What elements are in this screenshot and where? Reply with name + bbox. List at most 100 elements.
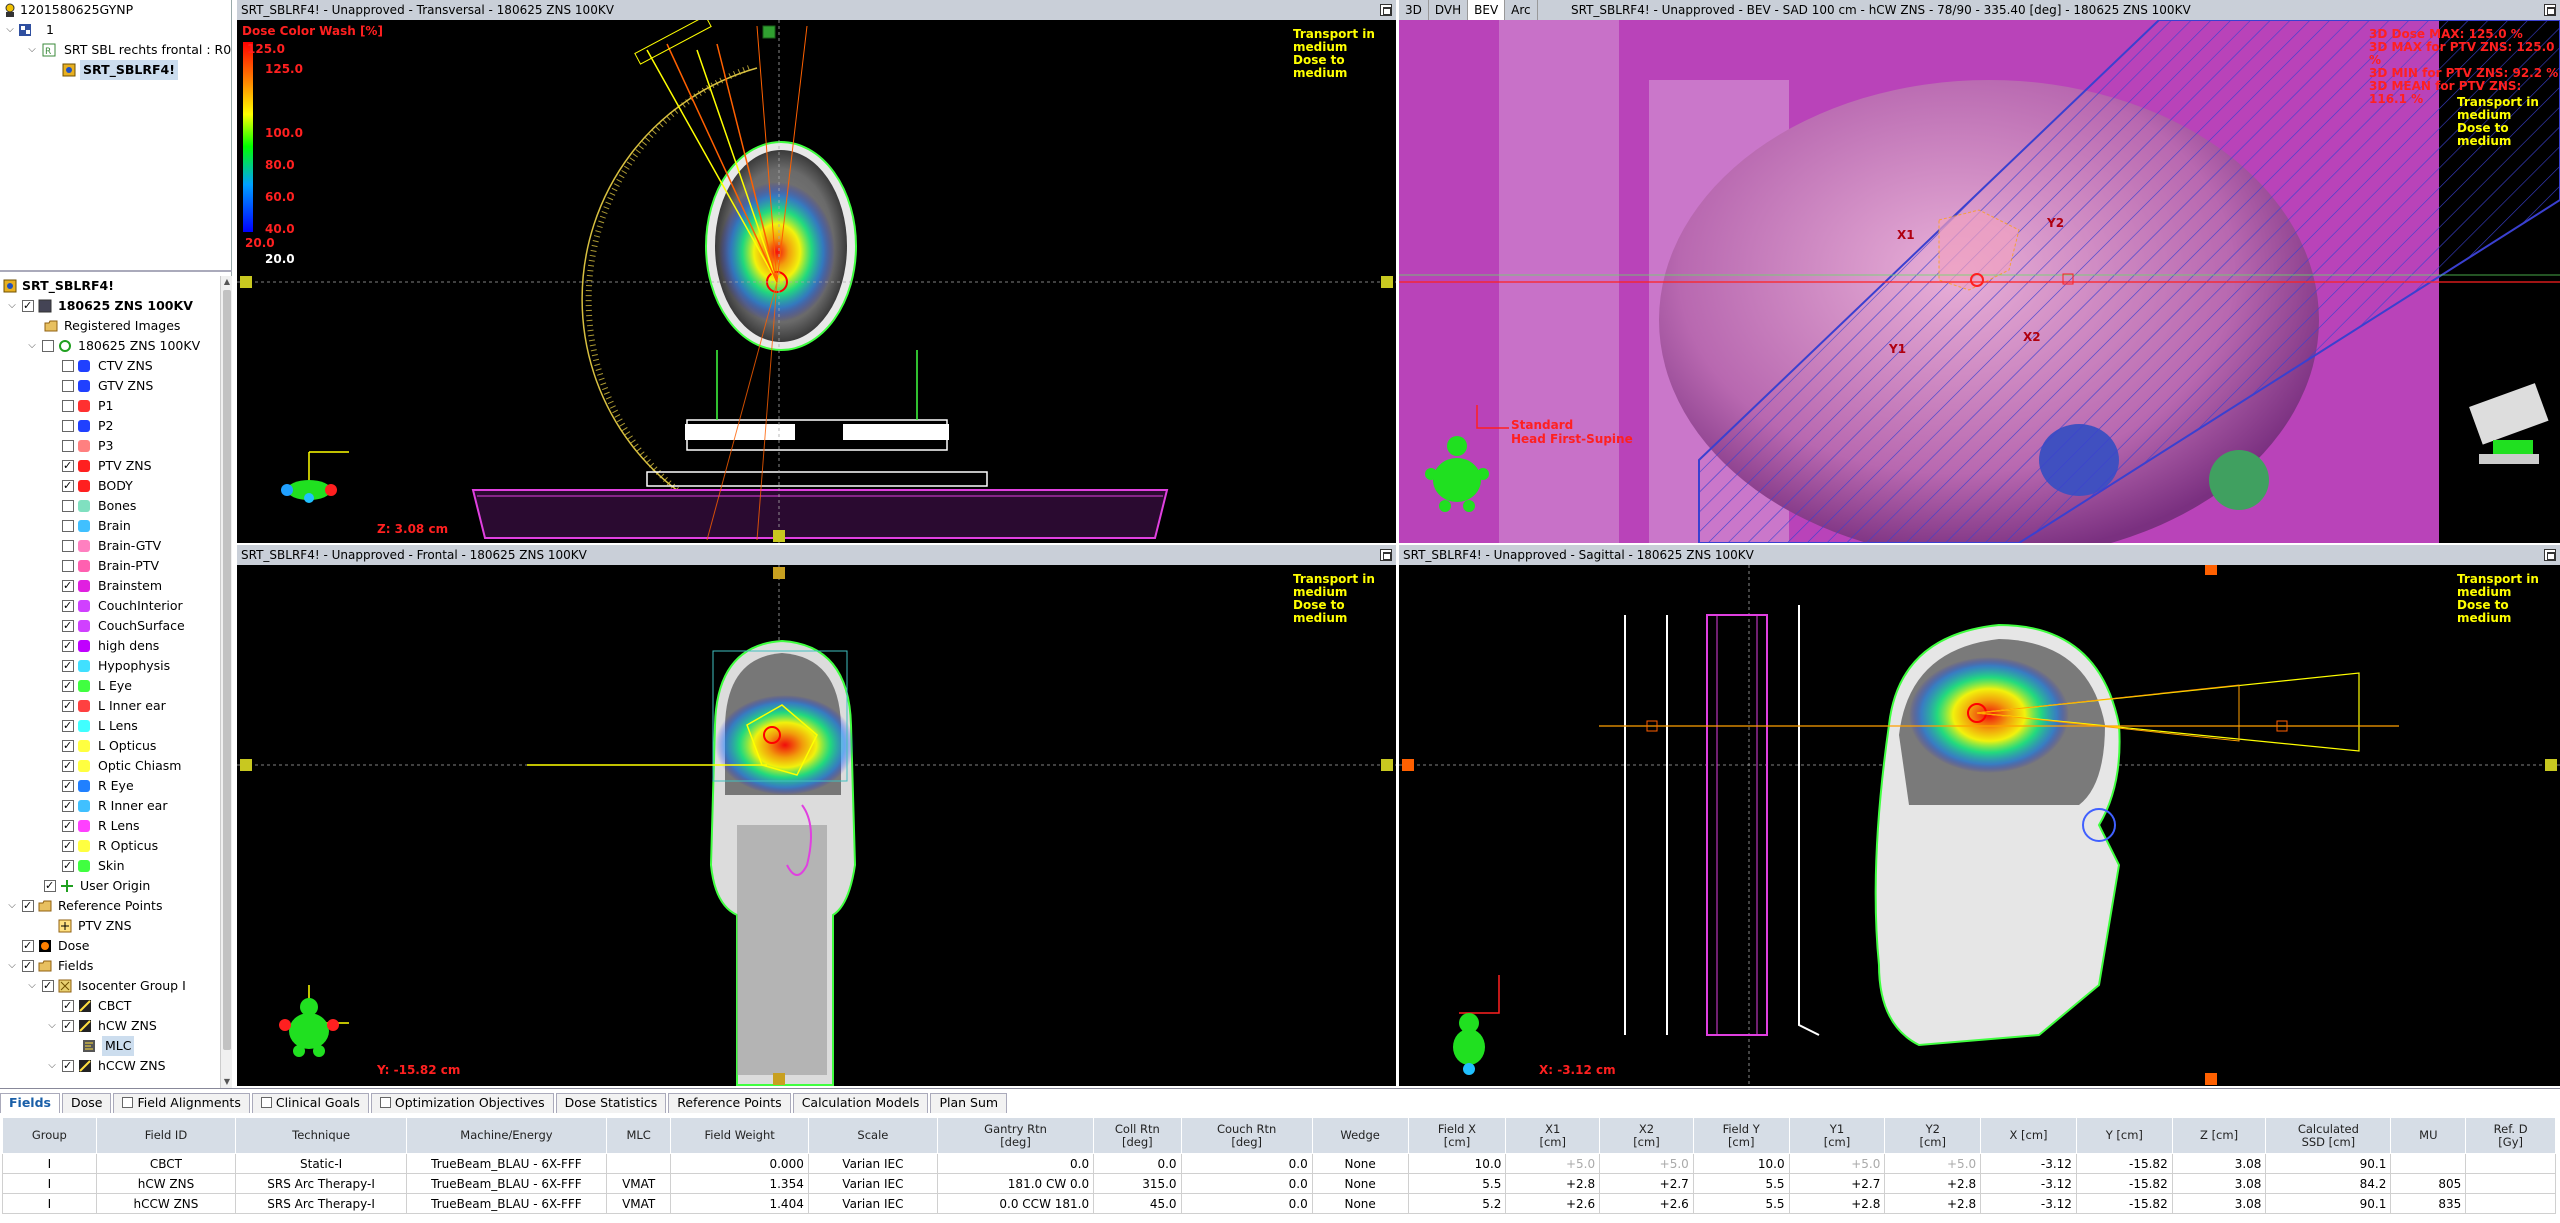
table-cell[interactable]: 90.1 <box>2265 1193 2392 1214</box>
visibility-checkbox[interactable] <box>62 656 74 676</box>
visibility-checkbox[interactable] <box>62 1056 74 1076</box>
column-header[interactable]: X2 [cm] <box>1599 1117 1694 1154</box>
column-header[interactable]: Field Weight <box>670 1117 809 1154</box>
column-header[interactable]: Y [cm] <box>2075 1117 2173 1154</box>
visibility-checkbox[interactable] <box>44 876 56 896</box>
scroll-thumb[interactable] <box>223 290 231 1050</box>
table-cell[interactable]: +2.8 <box>1884 1193 1982 1214</box>
visibility-checkbox[interactable] <box>42 976 54 996</box>
maximize-icon[interactable] <box>1380 549 1392 561</box>
visibility-checkbox[interactable] <box>62 440 74 452</box>
table-cell[interactable]: -3.12 <box>1980 1153 2077 1174</box>
visibility-checkbox[interactable] <box>62 776 74 796</box>
table-cell[interactable]: 84.2 <box>2265 1173 2392 1194</box>
column-header[interactable]: Couch Rtn [deg] <box>1180 1117 1313 1154</box>
table-cell[interactable]: 0.0 <box>1093 1153 1182 1174</box>
visibility-checkbox[interactable] <box>62 836 74 856</box>
collapse-icon[interactable]: ⌵ <box>6 896 18 916</box>
visibility-checkbox[interactable] <box>62 796 74 816</box>
visibility-checkbox[interactable] <box>62 676 74 696</box>
column-header[interactable]: Coll Rtn [deg] <box>1093 1117 1182 1154</box>
scroll-down-icon[interactable]: ▼ <box>222 1076 232 1088</box>
table-row[interactable]: IhCCW ZNS SRS Arc Therapy-I TrueBeam_BLAU … <box>2 1193 2556 1214</box>
table-cell[interactable]: Varian IEC <box>807 1173 938 1194</box>
column-header[interactable]: Calculated SSD [cm] <box>2265 1117 2392 1154</box>
table-cell[interactable]: SRS Arc Therapy-I <box>235 1173 407 1194</box>
table-cell[interactable]: hCCW ZNS <box>95 1193 237 1214</box>
bev-tab-dvh[interactable]: DVH <box>1428 0 1469 20</box>
visibility-checkbox[interactable] <box>22 896 34 916</box>
table-cell[interactable]: 5.2 <box>1407 1193 1507 1214</box>
table-cell[interactable]: 181.0 CW 0.0 <box>936 1173 1095 1194</box>
collapse-icon[interactable]: ⌵ <box>6 296 18 316</box>
collapse-icon[interactable]: ⌵ <box>26 976 38 996</box>
table-cell[interactable]: 5.5 <box>1692 1173 1790 1194</box>
table-cell[interactable]: TrueBeam_BLAU - 6X-FFF <box>405 1153 607 1174</box>
table-cell[interactable]: 1.404 <box>670 1193 809 1214</box>
visibility-checkbox[interactable] <box>62 420 74 432</box>
table-cell[interactable]: hCW ZNS <box>95 1173 237 1194</box>
table-cell[interactable]: TrueBeam_BLAU - 6X-FFF <box>405 1193 607 1214</box>
table-cell[interactable]: 315.0 <box>1093 1173 1182 1194</box>
table-cell[interactable]: 0.0 <box>1180 1193 1313 1214</box>
visibility-checkbox[interactable] <box>62 360 74 372</box>
visibility-checkbox[interactable] <box>22 936 34 956</box>
table-cell[interactable]: +2.6 <box>1599 1193 1694 1214</box>
table-cell[interactable]: I <box>2 1153 97 1174</box>
table-cell[interactable]: SRS Arc Therapy-I <box>235 1193 407 1214</box>
visibility-checkbox[interactable] <box>62 816 74 836</box>
tab-reference-points[interactable]: Reference Points <box>668 1093 791 1113</box>
visibility-checkbox[interactable] <box>42 340 54 352</box>
table-cell[interactable]: VMAT <box>605 1173 672 1194</box>
visibility-checkbox[interactable] <box>62 476 74 496</box>
visibility-checkbox[interactable] <box>62 996 74 1016</box>
scroll-up-icon[interactable]: ▲ <box>222 276 232 288</box>
table-cell[interactable]: 805 <box>2390 1173 2467 1194</box>
column-header[interactable]: Y1 [cm] <box>1788 1117 1886 1154</box>
column-header[interactable]: Scale <box>807 1117 938 1154</box>
column-header[interactable]: Field Y [cm] <box>1692 1117 1790 1154</box>
maximize-icon[interactable] <box>1380 4 1392 16</box>
table-cell[interactable]: Varian IEC <box>807 1193 938 1214</box>
table-cell[interactable] <box>2465 1193 2556 1214</box>
table-cell[interactable]: -15.82 <box>2075 1153 2173 1174</box>
visibility-checkbox[interactable] <box>62 400 74 412</box>
table-cell[interactable]: 3.08 <box>2171 1153 2267 1174</box>
table-cell[interactable]: +5.0 <box>1788 1153 1886 1174</box>
visibility-checkbox[interactable] <box>22 956 34 976</box>
visibility-checkbox[interactable] <box>22 296 34 316</box>
table-cell[interactable]: +5.0 <box>1505 1153 1601 1174</box>
visibility-checkbox[interactable] <box>62 856 74 876</box>
table-cell[interactable]: CBCT <box>95 1153 237 1174</box>
column-header[interactable]: X [cm] <box>1980 1117 2077 1154</box>
visibility-checkbox[interactable] <box>62 616 74 636</box>
visibility-checkbox[interactable] <box>62 560 74 572</box>
visibility-checkbox[interactable] <box>62 696 74 716</box>
bev-tab-bev[interactable]: BEV <box>1468 0 1506 20</box>
table-cell[interactable]: +2.8 <box>1884 1173 1982 1194</box>
table-cell[interactable]: None <box>1311 1173 1409 1194</box>
column-header[interactable]: Machine/Energy <box>405 1117 607 1154</box>
collapse-icon[interactable]: ⌵ <box>46 1056 58 1076</box>
table-cell[interactable] <box>605 1153 672 1174</box>
bev-tab-3d[interactable]: 3D <box>1399 0 1429 20</box>
column-header[interactable]: Field X [cm] <box>1407 1117 1507 1154</box>
table-cell[interactable]: None <box>1311 1153 1409 1174</box>
table-cell[interactable]: 0.0 <box>936 1153 1095 1174</box>
table-row[interactable]: I CBCT Static-I TrueBeam_BLAU - 6X-FFF 0.000… <box>2 1153 2556 1174</box>
visibility-checkbox[interactable] <box>62 596 74 616</box>
table-cell[interactable]: +2.7 <box>1788 1173 1886 1194</box>
visibility-checkbox[interactable] <box>62 716 74 736</box>
column-header[interactable]: Ref. D [Gy] <box>2465 1117 2556 1154</box>
collapse-icon[interactable]: ⌵ <box>46 1016 58 1036</box>
table-cell[interactable] <box>2390 1153 2467 1174</box>
table-cell[interactable]: +2.8 <box>1788 1193 1886 1214</box>
tab-checkbox[interactable] <box>379 1097 391 1108</box>
table-cell[interactable]: 1.354 <box>670 1173 809 1194</box>
column-header[interactable]: Technique <box>235 1117 407 1154</box>
table-cell[interactable]: Static-I <box>235 1153 407 1174</box>
viewport-bev[interactable]: SRT_SBLRF4! - Unapproved - BEV - SAD 100… <box>1399 0 2560 543</box>
table-cell[interactable]: 0.0 <box>1180 1153 1313 1174</box>
table-cell[interactable]: 0.0 CCW 181.0 <box>936 1193 1095 1214</box>
table-cell[interactable]: 3.08 <box>2171 1173 2267 1194</box>
